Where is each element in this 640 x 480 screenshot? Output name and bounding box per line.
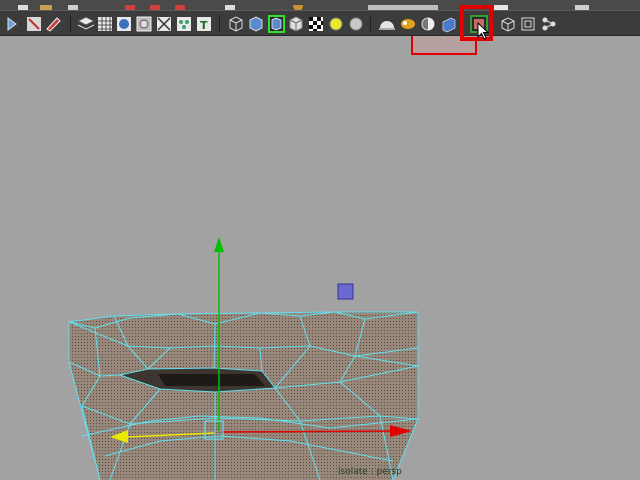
wireframe-icon[interactable] xyxy=(229,16,243,32)
perspective-viewport[interactable] xyxy=(0,36,640,480)
field-chart-icon[interactable] xyxy=(177,17,191,31)
gate-mask-icon[interactable] xyxy=(157,17,171,31)
menu-strip xyxy=(0,0,640,11)
resolution-gate-icon[interactable] xyxy=(136,16,152,32)
node-graph-icon[interactable] xyxy=(542,17,556,31)
xray-icon[interactable] xyxy=(379,21,395,30)
image-plane-icon[interactable] xyxy=(76,16,96,30)
svg-text:T: T xyxy=(200,19,208,32)
ambient-occlusion-icon[interactable] xyxy=(442,17,456,33)
mesh-object[interactable] xyxy=(68,311,419,480)
motion-blur-icon[interactable] xyxy=(501,17,515,32)
mouse-cursor-icon xyxy=(477,22,490,40)
film-gate-icon[interactable] xyxy=(117,17,131,31)
textured-icon[interactable] xyxy=(309,17,323,31)
y-axis-arrow[interactable] xyxy=(214,237,224,252)
scene-canvas[interactable] xyxy=(0,36,640,480)
smooth-shade-icon[interactable] xyxy=(249,16,263,32)
multisample-icon[interactable] xyxy=(521,17,535,31)
toolbar-icons: T xyxy=(7,15,556,33)
viewport-status-label: isolate : persp xyxy=(338,467,402,477)
bookmark-icon[interactable] xyxy=(46,17,61,32)
camera-attributes-icon[interactable] xyxy=(27,17,41,31)
panel-toolbar: T xyxy=(0,10,640,36)
xray-joints-icon[interactable] xyxy=(401,19,415,29)
vertex-handle[interactable] xyxy=(337,283,354,300)
backface-culling-icon[interactable] xyxy=(421,17,435,31)
grid-icon[interactable] xyxy=(98,17,112,31)
x-axis-handle[interactable] xyxy=(221,430,394,433)
safe-title-icon[interactable]: T xyxy=(197,17,211,32)
use-all-lights-icon[interactable] xyxy=(329,17,343,31)
select-camera-icon[interactable] xyxy=(7,17,17,31)
shadows-icon[interactable] xyxy=(349,17,363,31)
wireframe-on-shaded-icon[interactable] xyxy=(268,15,285,33)
flat-shade-icon[interactable] xyxy=(289,16,303,32)
